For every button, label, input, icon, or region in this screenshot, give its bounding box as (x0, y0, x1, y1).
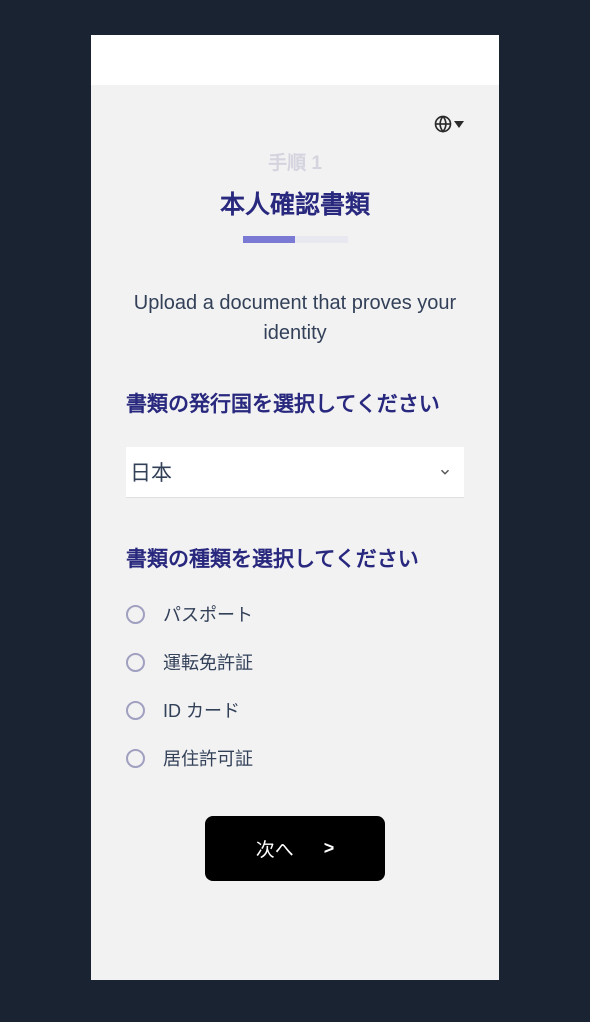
inner-panel: 手順 1 本人確認書類 Upload a document that prove… (91, 85, 499, 980)
radio-circle (126, 701, 145, 720)
caret-down-icon (454, 121, 464, 128)
doctype-section-label: 書類の種類を選択してください (126, 543, 464, 577)
progress-fill (243, 236, 296, 243)
country-section-label: 書類の発行国を選択してください (126, 388, 464, 422)
progress-bar (243, 236, 348, 243)
doctype-radio-group: パスポート 運転免許証 ID カード 居住許可証 (126, 601, 464, 771)
country-select[interactable]: 日本 (126, 447, 464, 498)
radio-id-card[interactable]: ID カード (126, 697, 464, 723)
radio-circle (126, 653, 145, 672)
chevron-down-icon (438, 465, 452, 479)
radio-circle (126, 749, 145, 768)
radio-residence-permit[interactable]: 居住許可証 (126, 745, 464, 771)
verification-card: 手順 1 本人確認書類 Upload a document that prove… (91, 35, 499, 980)
globe-icon (434, 115, 452, 133)
page-title: 本人確認書類 (126, 185, 464, 221)
next-button[interactable]: 次へ > (205, 816, 385, 881)
radio-label: ID カード (163, 697, 240, 723)
language-selector[interactable] (126, 115, 464, 133)
radio-passport[interactable]: パスポート (126, 601, 464, 627)
radio-label: 居住許可証 (163, 745, 253, 771)
radio-label: 運転免許証 (163, 649, 253, 675)
next-button-label: 次へ (256, 835, 294, 862)
radio-drivers-license[interactable]: 運転免許証 (126, 649, 464, 675)
radio-circle (126, 605, 145, 624)
chevron-right-icon: > (324, 838, 335, 859)
country-value: 日本 (130, 457, 172, 487)
radio-label: パスポート (163, 601, 253, 627)
subtitle: Upload a document that proves your ident… (126, 288, 464, 348)
step-label: 手順 1 (126, 148, 464, 175)
